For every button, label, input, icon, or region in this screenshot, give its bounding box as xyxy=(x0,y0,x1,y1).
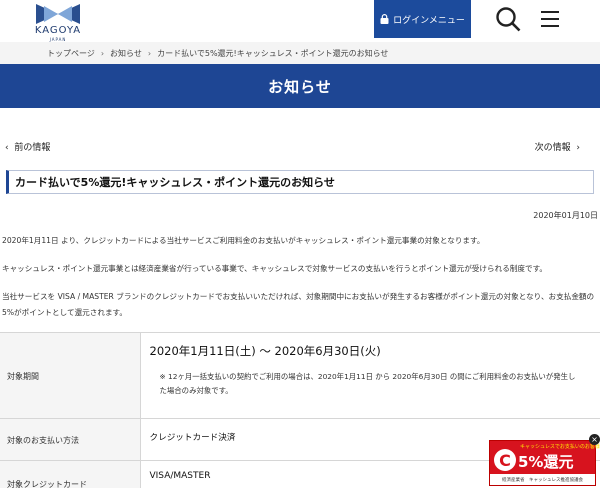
kagoya-logo[interactable]: KAGOYA JAPAN xyxy=(27,2,89,42)
login-menu-button[interactable]: ログインメニュー xyxy=(374,0,471,38)
payment-method-label: 対象のお支払い方法 xyxy=(0,418,141,461)
chevron-right-icon: › xyxy=(576,143,580,153)
breadcrumb-news[interactable]: お知らせ xyxy=(110,48,142,59)
breadcrumb-separator-icon: › xyxy=(100,48,105,58)
search-icon[interactable] xyxy=(495,6,521,32)
article-date: 2020年01月10日 xyxy=(533,211,598,220)
lock-icon xyxy=(380,14,389,24)
close-icon[interactable]: × xyxy=(589,434,600,445)
cashless-banner-main: 5%還元 xyxy=(518,453,574,471)
cashless-banner-bottom: 経済産業省 キャッシュレス推進協議会 xyxy=(490,474,595,485)
prev-info-link[interactable]: ‹ 前の情報 xyxy=(5,140,50,153)
login-menu-label: ログインメニュー xyxy=(393,15,465,26)
hamburger-menu-icon[interactable] xyxy=(541,11,559,27)
article-title: カード払いで5%還元!キャッシュレス・ポイント還元のお知らせ xyxy=(6,170,594,194)
article-paragraph: 2020年1月11日 より、クレジットカードによる当社サービスご利用料金のお支払… xyxy=(2,236,485,245)
next-info-label: 次の情報 xyxy=(534,143,571,153)
next-info-link[interactable]: 次の情報 › xyxy=(535,140,580,153)
period-cell: 2020年1月11日(土) ～ 2020年6月30日(火) ※ 12ヶ月一括支払… xyxy=(140,332,600,419)
table-row: 対象期間 2020年1月11日(土) ～ 2020年6月30日(火) ※ 12ヶ… xyxy=(0,332,600,419)
card-brand-label: 対象クレジットカード xyxy=(0,460,141,488)
breadcrumb-top[interactable]: トップページ xyxy=(47,48,95,59)
article-paragraph: 当社サービスを VISA / MASTER ブランドのクレジットカードでお支払い… xyxy=(2,292,595,317)
cashless-banner-top: キャッシュレスでお支払いのお客様 xyxy=(520,444,600,450)
logo-mark-icon xyxy=(36,4,80,24)
period-value: 2020年1月11日(土) ～ 2020年6月30日(火) xyxy=(149,344,381,358)
breadcrumb-separator-icon: › xyxy=(147,48,152,58)
breadcrumb-current: カード払いで5%還元!キャッシュレス・ポイント還元のお知らせ xyxy=(157,48,389,58)
cashless-c-icon: C xyxy=(494,449,516,471)
chevron-left-icon: ‹ xyxy=(5,143,9,153)
page-title: お知らせ xyxy=(0,64,600,108)
period-note: ※ 12ヶ月一括支払いの契約でご利用の場合は、2020年1月11日 から 202… xyxy=(159,372,576,395)
breadcrumb: トップページ › お知らせ › カード払いで5%還元!キャッシュレス・ポイント還… xyxy=(0,42,600,64)
prev-info-label: 前の情報 xyxy=(14,143,51,153)
logo-brand-text: KAGOYA xyxy=(34,25,82,36)
article-paragraph: キャッシュレス・ポイント還元事業とは経済産業省が行っている事業で、キャッシュレス… xyxy=(2,264,547,273)
cashless-point-banner[interactable]: C キャッシュレスでお支払いのお客様 5%還元 経済産業省 キャッシュレス推進協… xyxy=(489,440,600,486)
site-header: KAGOYA JAPAN ログインメニュー xyxy=(0,0,600,42)
period-label: 対象期間 xyxy=(0,332,141,419)
